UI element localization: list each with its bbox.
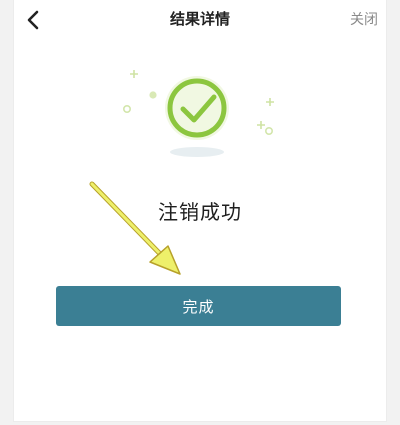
status-text: 注销成功 xyxy=(158,200,242,224)
page-title: 结果详情 xyxy=(169,10,230,28)
done-button[interactable]: 完成 xyxy=(56,286,341,326)
success-check-icon xyxy=(123,70,274,157)
close-button[interactable]: 关闭 xyxy=(350,9,378,29)
